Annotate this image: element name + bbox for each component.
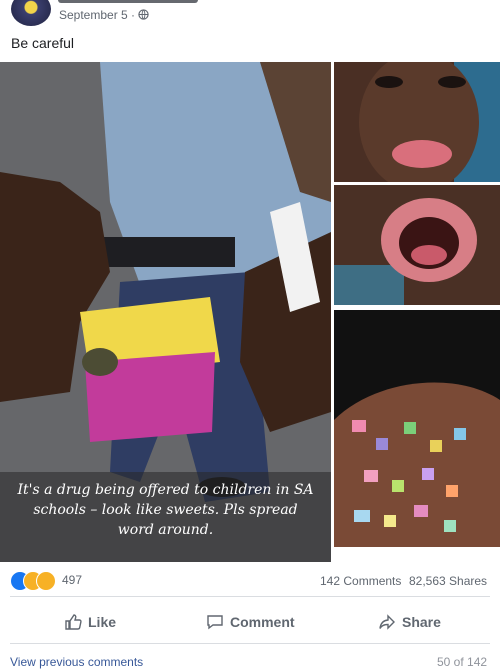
reaction-icons[interactable] <box>10 571 60 591</box>
post-date[interactable]: September 5 · <box>59 8 135 22</box>
divider <box>10 596 490 597</box>
share-button[interactable]: Share <box>378 603 441 641</box>
share-label: Share <box>402 614 441 630</box>
comment-label: Comment <box>230 614 295 630</box>
like-button[interactable]: Like <box>64 603 116 641</box>
comment-button[interactable]: Comment <box>206 603 295 641</box>
reaction-count[interactable]: 497 <box>62 573 82 587</box>
comment-icon <box>207 615 223 630</box>
divider <box>10 643 490 644</box>
share-icon <box>379 614 395 630</box>
avatar[interactable] <box>11 0 51 26</box>
comments-count[interactable]: 142 Comments <box>320 574 401 588</box>
like-icon <box>65 614 82 630</box>
post-header: September 5 · <box>0 0 500 30</box>
main-photo[interactable]: It's a drug being offered to children in… <box>0 62 331 562</box>
reactions-bar: 497 142 Comments 82,563 Shares <box>0 570 500 592</box>
like-label: Like <box>88 614 117 630</box>
action-bar: Like Comment Share <box>0 603 500 641</box>
photo-middle-right[interactable] <box>334 185 500 305</box>
globe-icon <box>138 9 149 20</box>
wow-reaction-icon <box>36 571 56 591</box>
post-text: Be careful <box>11 35 75 51</box>
author-name-cropped[interactable] <box>58 0 198 3</box>
shares-count[interactable]: 82,563 Shares <box>409 574 487 588</box>
photo-caption: It's a drug being offered to children in… <box>17 482 314 538</box>
photo-top-right[interactable] <box>334 62 500 182</box>
photo-grid[interactable]: It's a drug being offered to children in… <box>0 62 500 562</box>
photo-bottom-right[interactable] <box>334 310 500 547</box>
view-previous-comments-link[interactable]: View previous comments <box>10 655 143 669</box>
comments-pager: 50 of 142 <box>437 655 488 669</box>
